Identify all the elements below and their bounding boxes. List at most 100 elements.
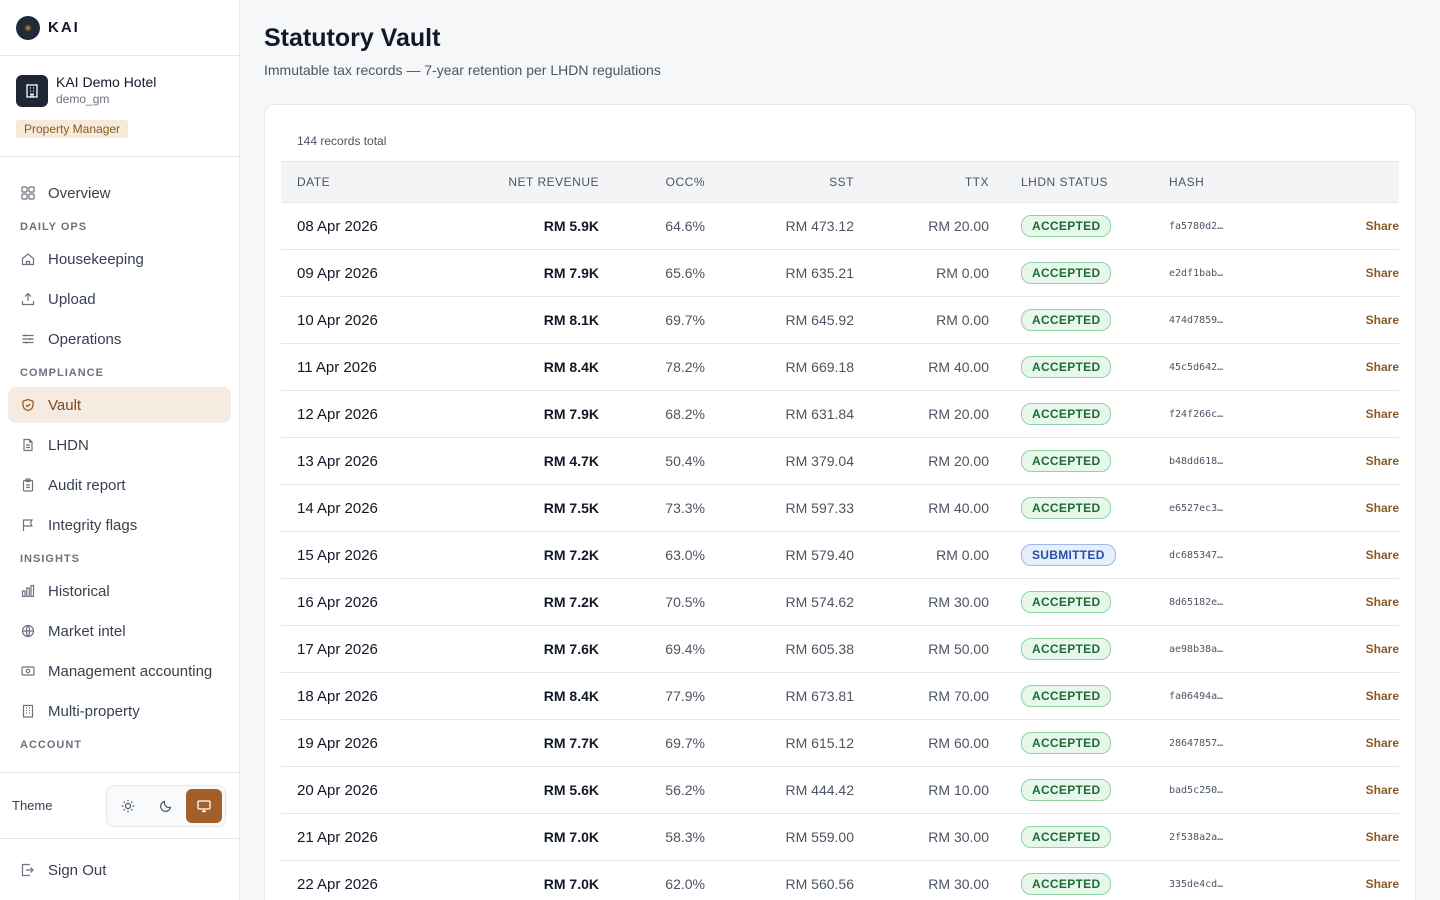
vault-table: DATE NET REVENUE OCC% SST TTX LHDN STATU… xyxy=(281,161,1399,900)
cell-date: 18 Apr 2026 xyxy=(297,687,378,705)
sidebar-item-management-accounting[interactable]: Management accounting xyxy=(8,653,231,689)
share-link[interactable]: Share xyxy=(1313,736,1399,750)
share-link[interactable]: Share xyxy=(1313,407,1399,421)
status-badge: ACCEPTED xyxy=(1021,826,1112,848)
table-row[interactable]: 12 Apr 2026 RM 7.9K 68.2% RM 631.84 RM 20.00… xyxy=(281,391,1399,438)
upload-icon xyxy=(20,291,36,307)
table-row[interactable]: 21 Apr 2026 RM 7.0K 58.3% RM 559.00 RM 30.00… xyxy=(281,814,1399,861)
sidebar-item-vault[interactable]: Vault xyxy=(8,387,231,423)
sidebar-item-upload[interactable]: Upload xyxy=(8,281,231,317)
sidebar-item-operations[interactable]: Operations xyxy=(8,321,231,357)
sidebar-item-overview[interactable]: Overview xyxy=(8,175,231,211)
table-row[interactable]: 11 Apr 2026 RM 8.4K 78.2% RM 669.18 RM 40.00… xyxy=(281,344,1399,391)
share-link[interactable]: Share xyxy=(1313,219,1399,233)
section-daily-ops: DAILY OPS xyxy=(20,221,88,233)
cell-hash: fa06494a… xyxy=(1169,690,1224,702)
share-link[interactable]: Share xyxy=(1313,266,1399,280)
cell-sst: RM 579.40 xyxy=(785,547,854,563)
header-date[interactable]: DATE xyxy=(281,175,481,189)
cell-status: ACCEPTED xyxy=(989,497,1163,519)
sidebar-item-lhdn[interactable]: LHDN xyxy=(8,427,231,463)
cell-status: SUBMITTED xyxy=(989,544,1163,566)
header-occupancy[interactable]: OCC% xyxy=(599,175,705,189)
theme-light-button[interactable] xyxy=(110,789,146,823)
theme-toggle-group xyxy=(106,784,226,827)
cell-sst: RM 473.12 xyxy=(785,218,854,234)
table-row[interactable]: 08 Apr 2026 RM 5.9K 64.6% RM 473.12 RM 20.00… xyxy=(281,203,1399,250)
table-row[interactable]: 22 Apr 2026 RM 7.0K 62.0% RM 560.56 RM 30.00… xyxy=(281,861,1399,900)
share-link[interactable]: Share xyxy=(1313,501,1399,515)
header-sst[interactable]: SST xyxy=(705,175,854,189)
brand[interactable]: KAI xyxy=(0,0,239,56)
cell-hash: b48dd618… xyxy=(1169,455,1224,467)
sign-out-button[interactable]: Sign Out xyxy=(8,852,231,888)
cell-status: ACCEPTED xyxy=(989,215,1163,237)
cell-ttx: RM 0.00 xyxy=(936,547,989,563)
table-row[interactable]: 16 Apr 2026 RM 7.2K 70.5% RM 574.62 RM 30.00… xyxy=(281,579,1399,626)
cell-hash: 474d7859… xyxy=(1169,314,1224,326)
flag-icon xyxy=(20,517,36,533)
share-link[interactable]: Share xyxy=(1313,830,1399,844)
cell-hash: 8d65182e… xyxy=(1169,596,1224,608)
header-hash[interactable]: HASH xyxy=(1163,175,1313,189)
cell-net-revenue: RM 4.7K xyxy=(543,453,599,469)
cell-status: ACCEPTED xyxy=(989,403,1163,425)
table-row[interactable]: 19 Apr 2026 RM 7.7K 69.7% RM 615.12 RM 60.00… xyxy=(281,720,1399,767)
cell-ttx: RM 20.00 xyxy=(928,453,989,469)
sidebar-item-market-intel[interactable]: Market intel xyxy=(8,613,231,649)
cell-net-revenue: RM 5.9K xyxy=(543,218,599,234)
cell-status: ACCEPTED xyxy=(989,356,1163,378)
cell-date: 17 Apr 2026 xyxy=(297,640,378,658)
share-link[interactable]: Share xyxy=(1313,313,1399,327)
sidebar-item-label: Integrity flags xyxy=(48,516,138,534)
table-row[interactable]: 09 Apr 2026 RM 7.9K 65.6% RM 635.21 RM 0.00 A… xyxy=(281,250,1399,297)
sidebar-item-label: Upload xyxy=(48,290,96,308)
share-link[interactable]: Share xyxy=(1313,360,1399,374)
sidebar-item-audit-report[interactable]: Audit report xyxy=(8,467,231,503)
building-icon xyxy=(20,703,36,719)
cell-date: 13 Apr 2026 xyxy=(297,452,378,470)
globe-icon xyxy=(20,623,36,639)
cell-ttx: RM 0.00 xyxy=(936,265,989,281)
cell-ttx: RM 30.00 xyxy=(928,876,989,892)
share-link[interactable]: Share xyxy=(1313,595,1399,609)
header-net-revenue[interactable]: NET REVENUE xyxy=(481,175,599,189)
theme-system-button[interactable] xyxy=(186,788,222,823)
sidebar-item-multi-property[interactable]: Multi-property xyxy=(8,693,231,729)
share-link[interactable]: Share xyxy=(1313,548,1399,562)
sidebar-item-label: Housekeeping xyxy=(48,250,144,268)
share-link[interactable]: Share xyxy=(1313,454,1399,468)
share-link[interactable]: Share xyxy=(1313,877,1399,891)
cell-occupancy: 69.7% xyxy=(665,735,705,751)
status-badge: ACCEPTED xyxy=(1021,403,1112,425)
share-link[interactable]: Share xyxy=(1313,642,1399,656)
cell-date: 16 Apr 2026 xyxy=(297,593,378,611)
sidebar-item-label: Multi-property xyxy=(48,702,140,720)
sidebar-item-label: LHDN xyxy=(48,436,89,454)
sidebar-item-housekeeping[interactable]: Housekeeping xyxy=(8,241,231,277)
header-ttx[interactable]: TTX xyxy=(854,175,989,189)
sidebar-item-integrity-flags[interactable]: Integrity flags xyxy=(8,507,231,543)
table-row[interactable]: 14 Apr 2026 RM 7.5K 73.3% RM 597.33 RM 40.00… xyxy=(281,485,1399,532)
cell-date: 10 Apr 2026 xyxy=(297,311,378,329)
table-row[interactable]: 18 Apr 2026 RM 8.4K 77.9% RM 673.81 RM 70.00… xyxy=(281,673,1399,720)
table-row[interactable]: 15 Apr 2026 RM 7.2K 63.0% RM 579.40 RM 0.00 S… xyxy=(281,532,1399,579)
table-row[interactable]: 13 Apr 2026 RM 4.7K 50.4% RM 379.04 RM 20.00… xyxy=(281,438,1399,485)
sidebar-item-label: Management accounting xyxy=(48,662,213,680)
cell-hash: e6527ec3… xyxy=(1169,502,1224,514)
grid-icon xyxy=(20,185,36,201)
brand-logo-icon xyxy=(16,15,40,40)
header-lhdn-status[interactable]: LHDN STATUS xyxy=(989,175,1163,189)
table-row[interactable]: 17 Apr 2026 RM 7.6K 69.4% RM 605.38 RM 50.00… xyxy=(281,626,1399,673)
share-link[interactable]: Share xyxy=(1313,783,1399,797)
status-badge: ACCEPTED xyxy=(1021,262,1112,284)
status-badge: ACCEPTED xyxy=(1021,638,1112,660)
sidebar-item-historical[interactable]: Historical xyxy=(8,573,231,609)
table-row[interactable]: 20 Apr 2026 RM 5.6K 56.2% RM 444.42 RM 10.00… xyxy=(281,767,1399,814)
share-link[interactable]: Share xyxy=(1313,689,1399,703)
cell-occupancy: 56.2% xyxy=(665,782,705,798)
status-badge: ACCEPTED xyxy=(1021,309,1112,331)
cell-date: 15 Apr 2026 xyxy=(297,546,378,564)
theme-dark-button[interactable] xyxy=(148,789,184,823)
table-row[interactable]: 10 Apr 2026 RM 8.1K 69.7% RM 645.92 RM 0.00 A… xyxy=(281,297,1399,344)
